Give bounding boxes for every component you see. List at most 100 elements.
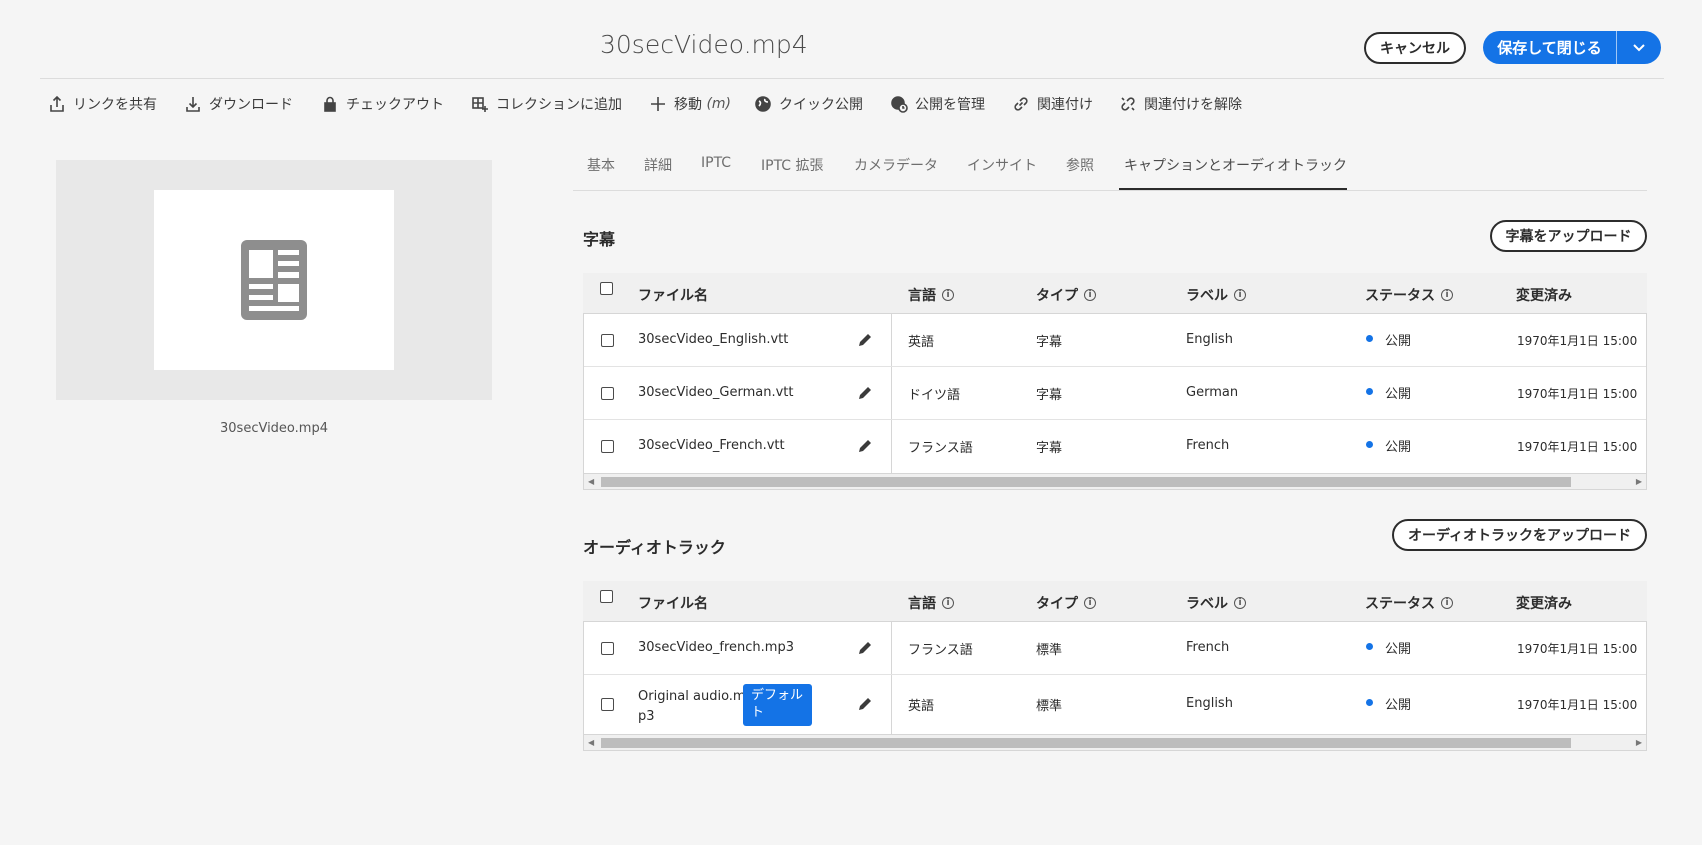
save-and-close-button[interactable]: 保存して閉じる bbox=[1483, 31, 1617, 64]
tab-iptc[interactable]: IPTC bbox=[701, 155, 731, 171]
row-checkbox[interactable] bbox=[601, 440, 614, 453]
tab-iptc-extension[interactable]: IPTC 拡張 bbox=[761, 155, 824, 175]
column-status[interactable]: ステータス i bbox=[1365, 593, 1453, 613]
column-language[interactable]: 言語 i bbox=[908, 285, 954, 305]
pencil-icon[interactable] bbox=[857, 438, 873, 454]
captions-heading: 字幕 bbox=[583, 230, 616, 249]
row-checkbox[interactable] bbox=[601, 387, 614, 400]
info-icon[interactable]: i bbox=[1084, 289, 1096, 301]
row-checkbox[interactable] bbox=[601, 334, 614, 347]
manage-publication-action[interactable]: 公開を管理 bbox=[890, 92, 985, 116]
document-icon bbox=[241, 240, 307, 320]
info-icon[interactable]: i bbox=[1234, 289, 1246, 301]
info-icon[interactable]: i bbox=[1084, 597, 1096, 609]
row-type: 字幕 bbox=[1036, 441, 1063, 456]
row-type: 字幕 bbox=[1036, 335, 1063, 350]
relate-label: 関連付け bbox=[1037, 97, 1093, 113]
scrollbar-thumb[interactable] bbox=[601, 738, 1571, 748]
tabs-divider bbox=[573, 190, 1647, 191]
captions-table-header: ファイル名 言語 i タイプ i ラベル i ステータス i 変更済み bbox=[583, 273, 1647, 313]
scroll-left-arrow[interactable]: ◀ bbox=[588, 738, 594, 747]
column-label[interactable]: ラベル i bbox=[1186, 593, 1246, 613]
add-to-collection-label: コレクションに追加 bbox=[496, 97, 622, 113]
globe-clock-icon bbox=[891, 96, 908, 113]
move-label: 移動 bbox=[674, 97, 702, 113]
scroll-right-arrow[interactable]: ▶ bbox=[1636, 738, 1642, 747]
tab-insights[interactable]: インサイト bbox=[967, 155, 1037, 175]
unrelate-action[interactable]: 関連付けを解除 bbox=[1119, 92, 1242, 116]
column-language[interactable]: 言語 i bbox=[908, 593, 954, 613]
status-dot bbox=[1366, 335, 1373, 342]
row-language: フランス語 bbox=[908, 643, 973, 658]
column-type[interactable]: タイプ i bbox=[1036, 285, 1096, 305]
horizontal-scrollbar[interactable]: ◀ ▶ bbox=[583, 474, 1647, 490]
info-icon[interactable]: i bbox=[942, 597, 954, 609]
table-row[interactable]: 30secVideo_English.vtt 英語 字幕 English 公開 … bbox=[584, 314, 1646, 367]
row-type: 字幕 bbox=[1036, 388, 1063, 403]
table-row[interactable]: 30secVideo_french.mp3 フランス語 標準 French 公開… bbox=[584, 622, 1646, 675]
status-dot bbox=[1366, 643, 1373, 650]
tab-captions-audio[interactable]: キャプションとオーディオトラック bbox=[1124, 155, 1347, 175]
row-modified: 1970年1月1日 15:00 bbox=[1517, 642, 1638, 656]
share-link-action[interactable]: リンクを共有 bbox=[48, 92, 157, 116]
tab-camera-data[interactable]: カメラデータ bbox=[854, 155, 938, 175]
column-modified[interactable]: 変更済み bbox=[1516, 285, 1572, 305]
add-to-collection-action[interactable]: コレクションに追加 bbox=[471, 92, 622, 116]
scroll-right-arrow[interactable]: ▶ bbox=[1636, 477, 1642, 486]
row-language: 英語 bbox=[908, 699, 935, 714]
row-modified: 1970年1月1日 15:00 bbox=[1517, 334, 1638, 348]
tab-details[interactable]: 詳細 bbox=[644, 155, 672, 175]
column-filename[interactable]: ファイル名 bbox=[638, 593, 708, 613]
upload-audio-button[interactable]: オーディオトラックをアップロード bbox=[1392, 519, 1647, 551]
tab-basic[interactable]: 基本 bbox=[587, 155, 615, 175]
pencil-icon[interactable] bbox=[857, 640, 873, 656]
scroll-left-arrow[interactable]: ◀ bbox=[588, 477, 594, 486]
row-checkbox[interactable] bbox=[601, 642, 614, 655]
column-type[interactable]: タイプ i bbox=[1036, 593, 1096, 613]
row-language: フランス語 bbox=[908, 441, 973, 456]
select-all-checkbox[interactable] bbox=[600, 590, 613, 603]
info-icon[interactable]: i bbox=[1441, 289, 1453, 301]
select-all-checkbox[interactable] bbox=[600, 282, 613, 295]
pencil-icon[interactable] bbox=[857, 332, 873, 348]
relate-action[interactable]: 関連付け bbox=[1012, 92, 1093, 116]
row-label: English bbox=[1186, 696, 1233, 711]
link-icon bbox=[1014, 97, 1028, 111]
preview-filename: 30secVideo.mp4 bbox=[220, 421, 328, 436]
row-language: 英語 bbox=[908, 335, 935, 350]
row-checkbox[interactable] bbox=[601, 698, 614, 711]
asset-preview-card bbox=[56, 160, 492, 400]
move-action[interactable]: 移動 (m) bbox=[649, 92, 731, 116]
horizontal-scrollbar[interactable]: ◀ ▶ bbox=[583, 735, 1647, 751]
page-title: 30secVideo.mp4 bbox=[600, 30, 808, 59]
table-row[interactable]: 30secVideo_German.vtt ドイツ語 字幕 German 公開 … bbox=[584, 367, 1646, 420]
collection-add-icon bbox=[472, 97, 488, 112]
row-status: 公開 bbox=[1385, 642, 1412, 657]
table-row[interactable]: Original audio.m p3 デフォルト 英語 標準 English … bbox=[584, 675, 1646, 734]
pencil-icon[interactable] bbox=[857, 385, 873, 401]
download-action[interactable]: ダウンロード bbox=[184, 92, 293, 116]
info-icon[interactable]: i bbox=[942, 289, 954, 301]
upload-captions-button[interactable]: 字幕をアップロード bbox=[1490, 220, 1647, 252]
save-options-dropdown[interactable] bbox=[1617, 31, 1661, 64]
quick-publish-action[interactable]: クイック公開 bbox=[754, 92, 863, 116]
table-row[interactable]: 30secVideo_French.vtt フランス語 字幕 French 公開… bbox=[584, 420, 1646, 473]
row-filename: Original audio.m p3 bbox=[638, 689, 746, 724]
info-icon[interactable]: i bbox=[1234, 597, 1246, 609]
asset-thumbnail bbox=[154, 190, 394, 370]
row-label: French bbox=[1186, 640, 1230, 655]
column-label[interactable]: ラベル i bbox=[1186, 285, 1246, 305]
share-link-label: リンクを共有 bbox=[73, 97, 157, 113]
info-icon[interactable]: i bbox=[1441, 597, 1453, 609]
save-and-close-button-group[interactable]: 保存して閉じる bbox=[1483, 31, 1661, 64]
scrollbar-thumb[interactable] bbox=[601, 477, 1571, 487]
pencil-icon[interactable] bbox=[857, 696, 873, 712]
captions-table: ファイル名 言語 i タイプ i ラベル i ステータス i 変更済み 30secVid… bbox=[583, 273, 1647, 490]
checkout-action[interactable]: チェックアウト bbox=[321, 92, 444, 116]
column-modified[interactable]: 変更済み bbox=[1516, 593, 1572, 613]
status-dot bbox=[1366, 699, 1373, 706]
column-status[interactable]: ステータス i bbox=[1365, 285, 1453, 305]
cancel-button[interactable]: キャンセル bbox=[1364, 32, 1466, 64]
column-filename[interactable]: ファイル名 bbox=[638, 285, 708, 305]
tab-references[interactable]: 参照 bbox=[1066, 155, 1094, 175]
